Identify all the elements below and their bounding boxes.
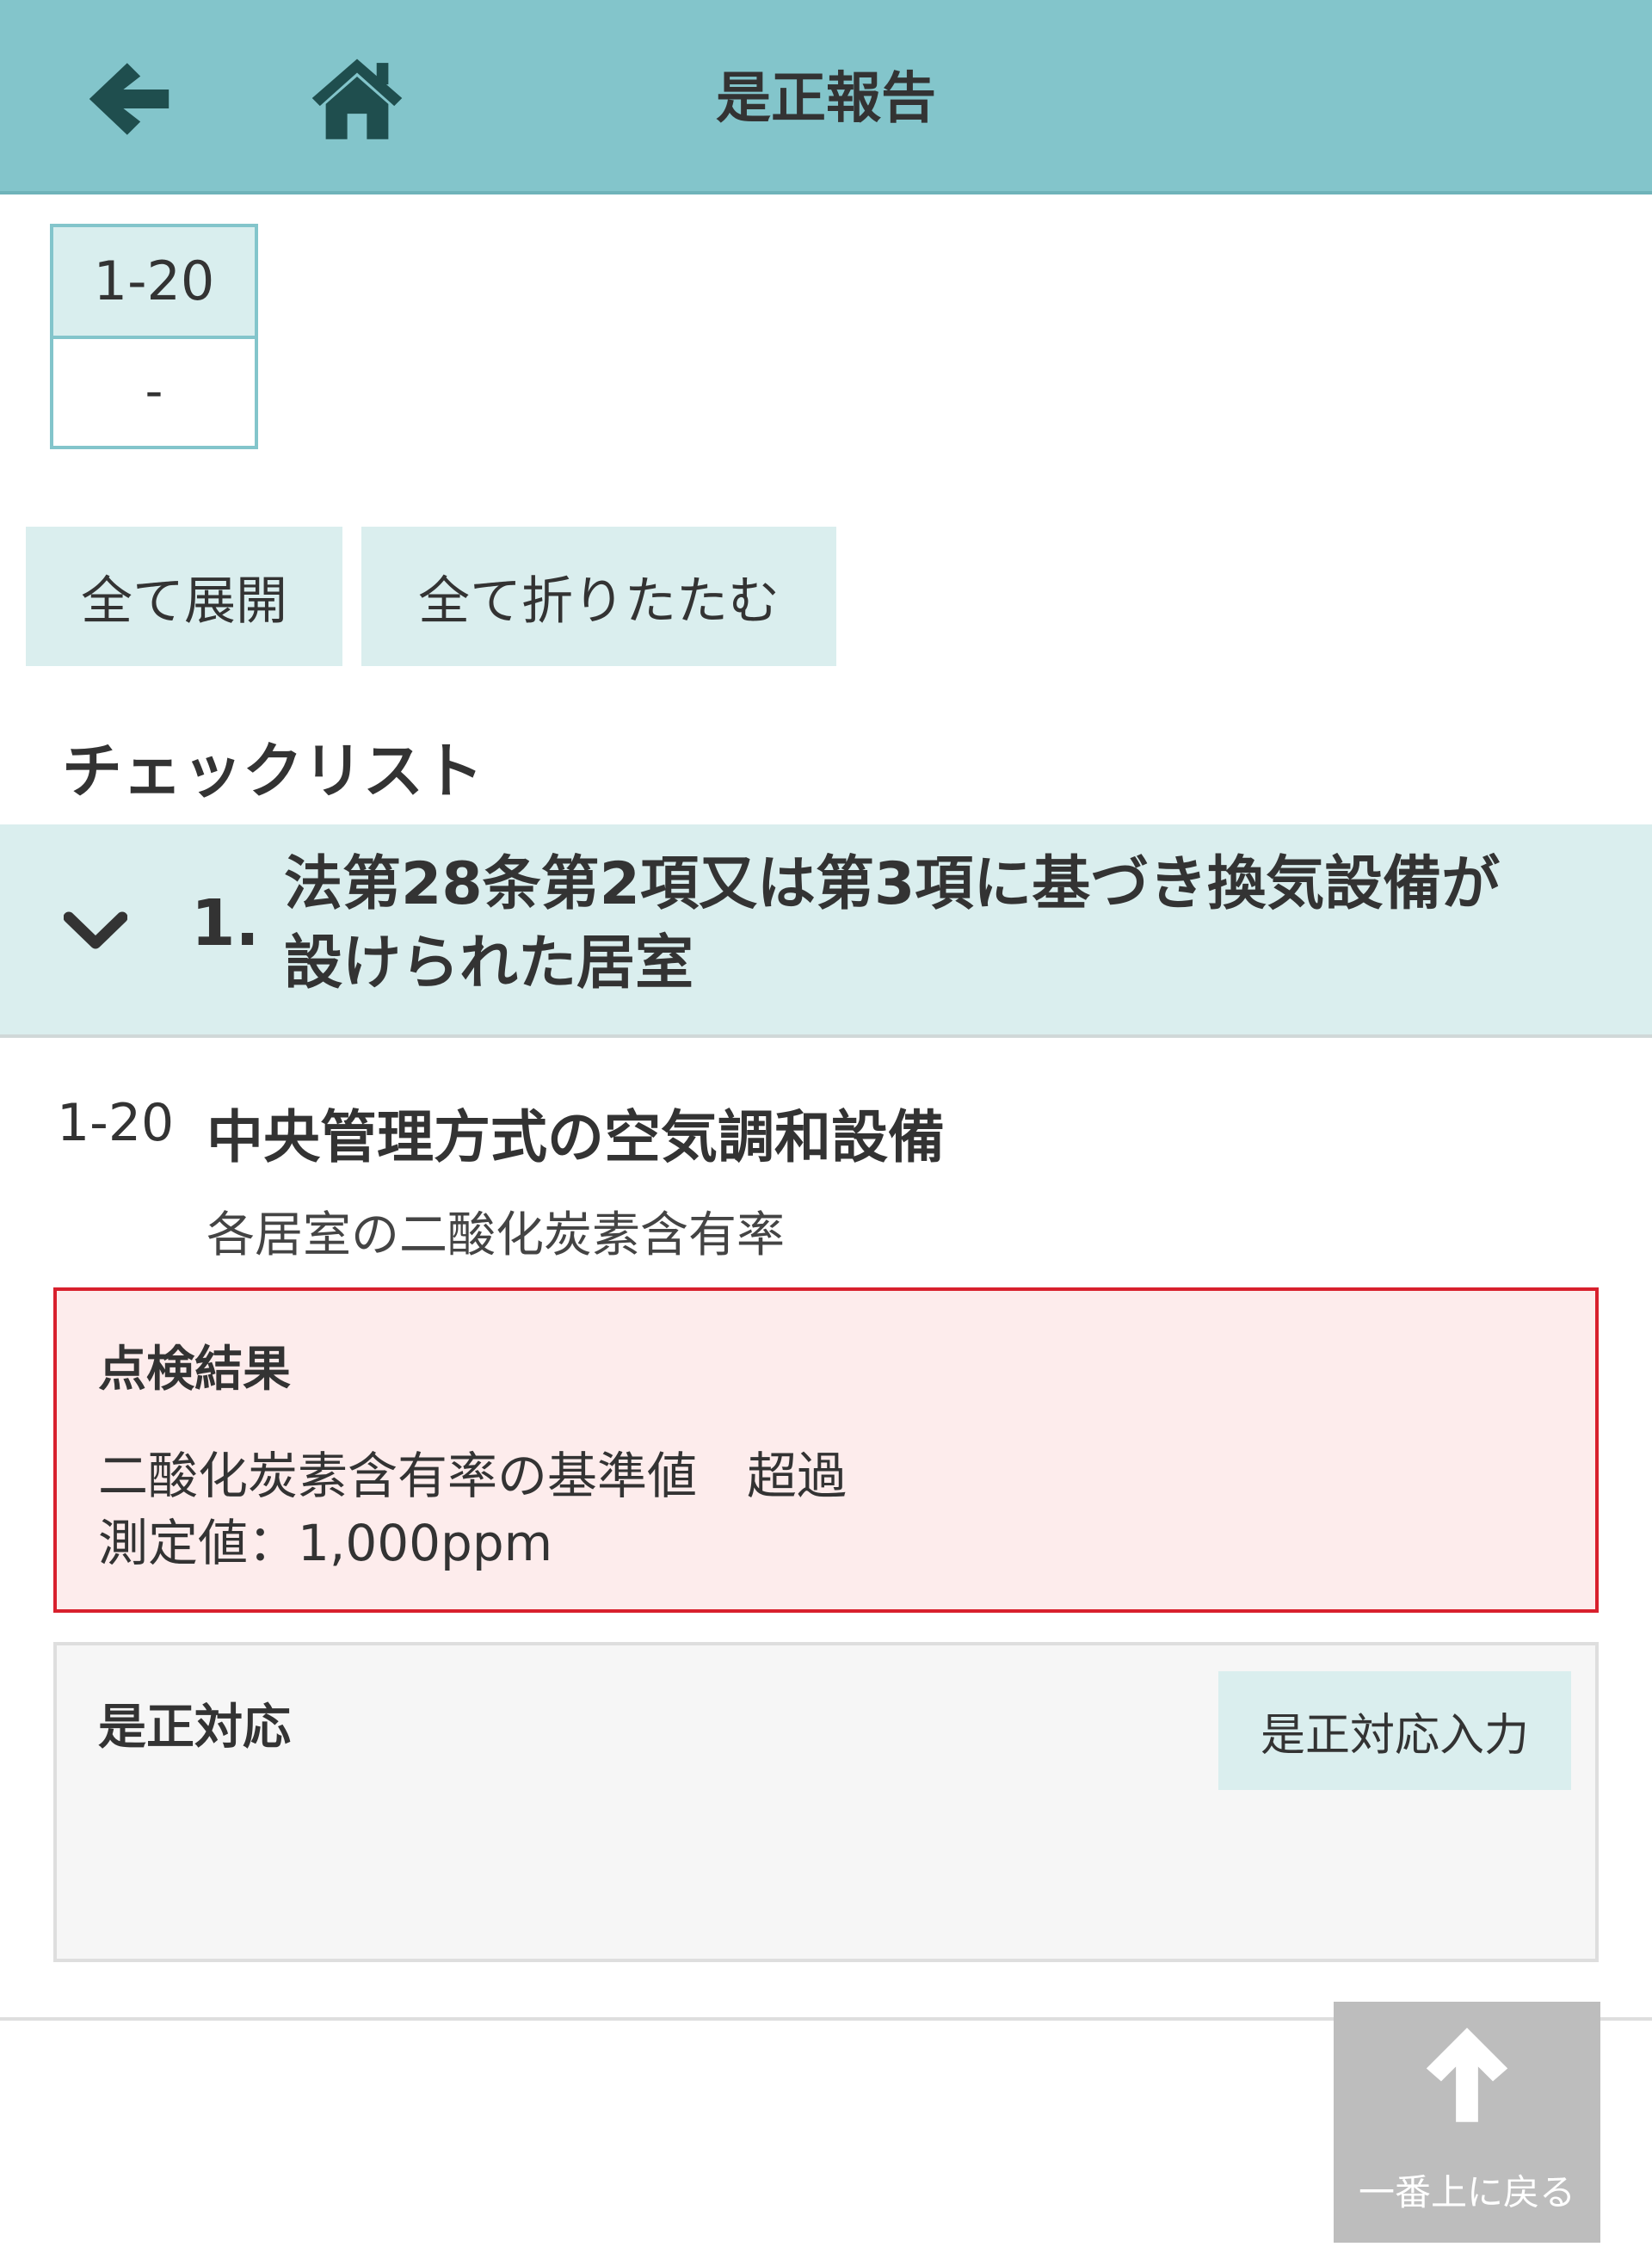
corrective-action-input-button[interactable]: 是正対応入力	[1218, 1671, 1571, 1790]
corrective-action-label: 是正対応	[98, 1700, 291, 1756]
back-to-top-label: 一番上に戻る	[1358, 2171, 1575, 2213]
item-number-value: -	[145, 361, 163, 420]
inspection-result-text: 二酸化炭素含有率の基準値 超過	[98, 1447, 848, 1505]
collapse-all-button[interactable]: 全て折りたたむ	[361, 527, 836, 666]
arrow-up-icon	[1426, 2028, 1508, 2122]
item-title: 中央管理方式の空気調和設備	[206, 1104, 945, 1170]
item-code: 1-20	[57, 1093, 175, 1153]
item-number-box: 1-20 -	[50, 224, 258, 449]
measured-value-text: 測定値：1,000ppm	[98, 1514, 553, 1572]
item-number-label: 1-20	[53, 227, 255, 339]
page-title: 是正報告	[716, 67, 936, 131]
checklist-heading: チェックリスト	[62, 736, 484, 806]
section-title: 法第28条第2項又は第3項に基づき換気設備が設けられた居室	[284, 850, 1501, 997]
inspection-result-panel: 点検結果 二酸化炭素含有率の基準値 超過 測定値：1,000ppm	[53, 1287, 1599, 1613]
chevron-down-icon[interactable]	[64, 910, 127, 954]
inspection-result-label: 点検結果	[98, 1342, 291, 1398]
section-number: 1.	[191, 886, 260, 960]
item-subtitle: 各居室の二酸化炭素含有率	[206, 1207, 785, 1263]
back-to-top-button[interactable]: 一番上に戻る	[1334, 2002, 1600, 2243]
corrective-action-panel: 是正対応 是正対応入力	[53, 1642, 1599, 1962]
expand-all-button[interactable]: 全て展開	[26, 527, 342, 666]
app-header: 是正報告	[0, 0, 1652, 194]
